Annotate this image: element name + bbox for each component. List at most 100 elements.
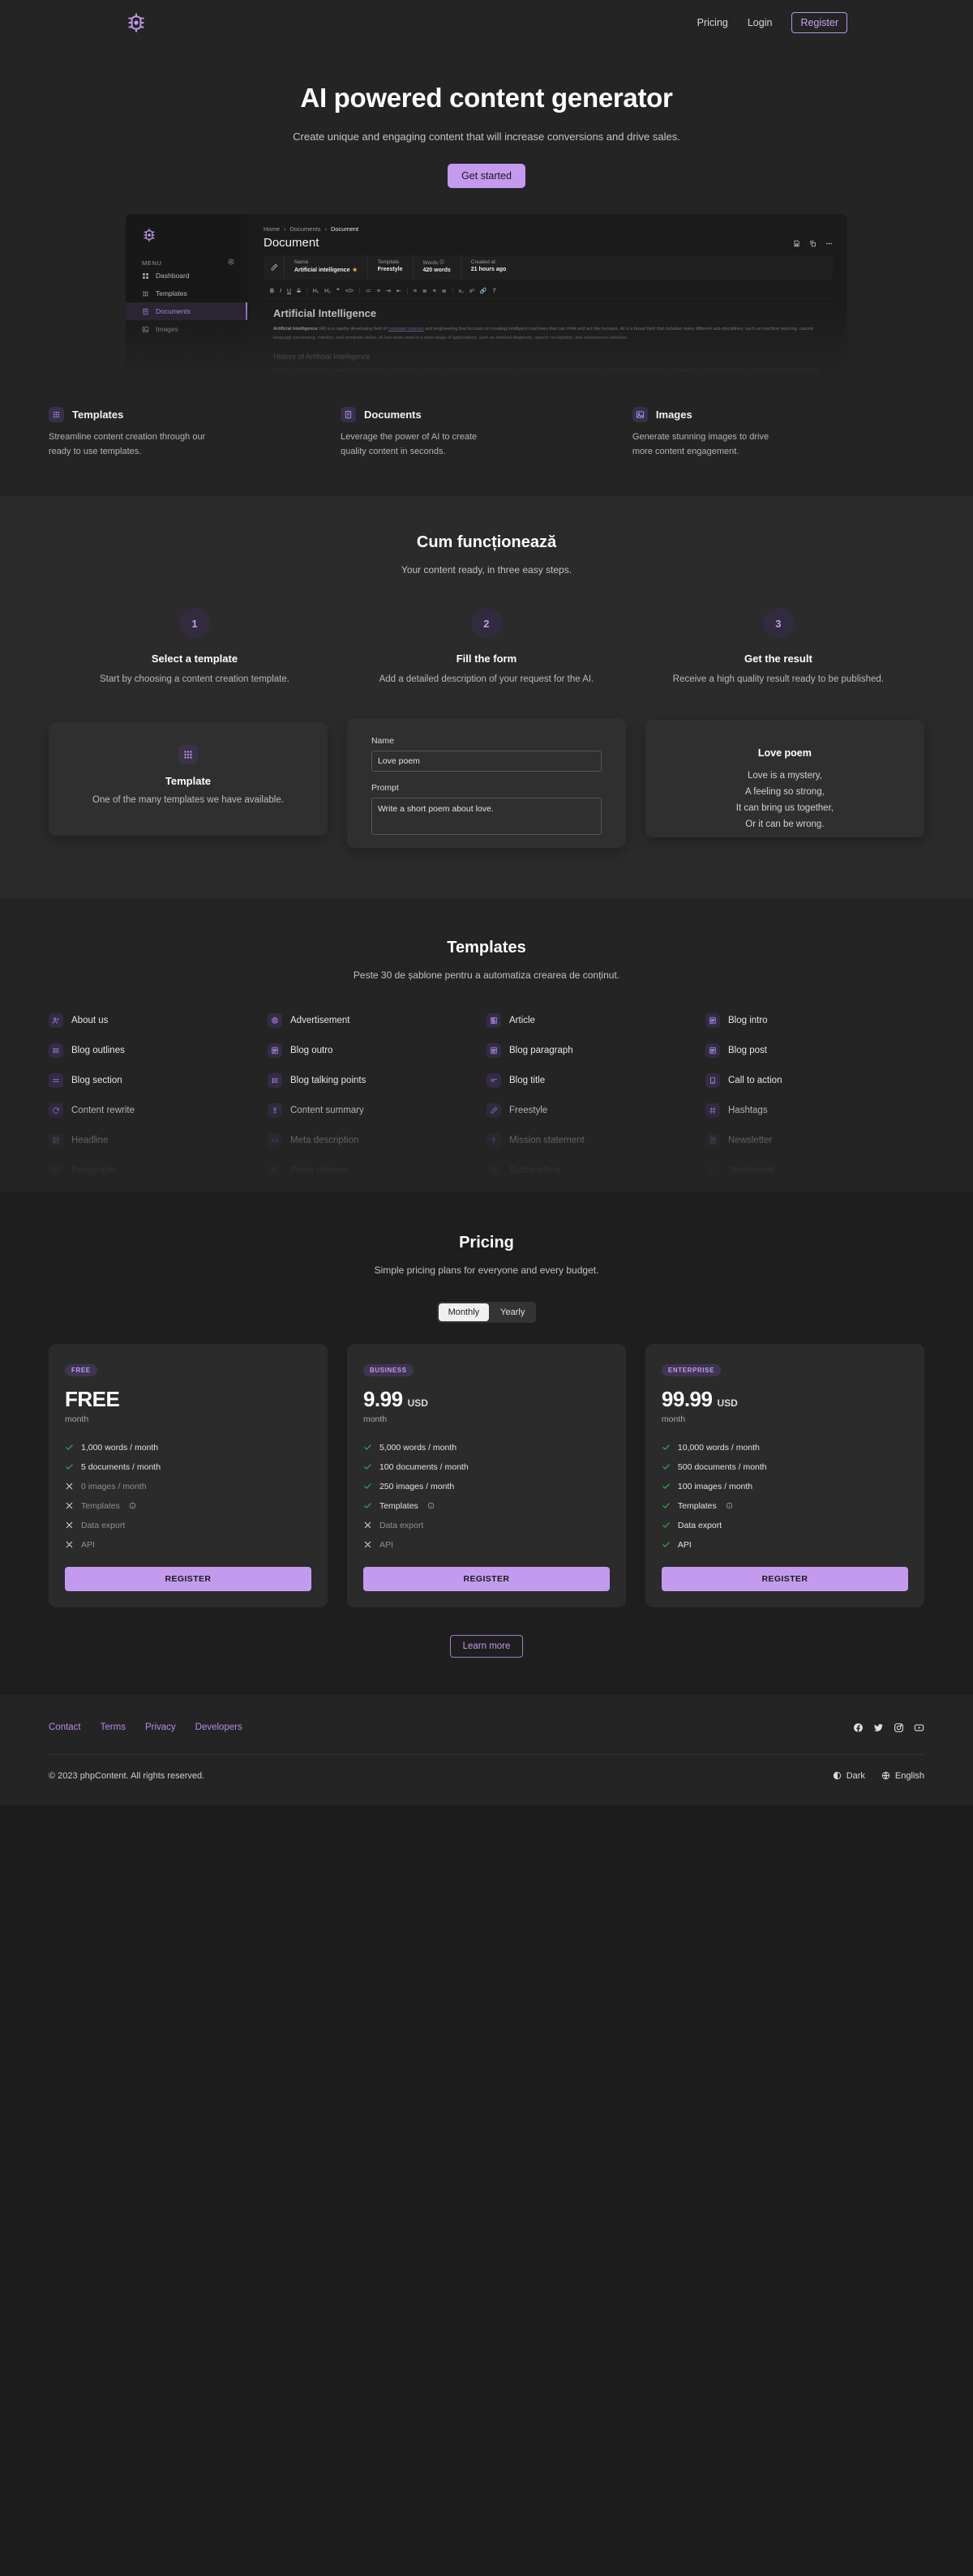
template-item[interactable]: Subheadline: [486, 1162, 705, 1178]
template-item[interactable]: Blog paragraph: [486, 1042, 705, 1058]
underline-icon[interactable]: U: [287, 289, 291, 294]
template-item[interactable]: Blog outlines: [49, 1042, 268, 1058]
plan-register-button[interactable]: REGISTER: [65, 1566, 311, 1591]
footer-link-privacy[interactable]: Privacy: [145, 1722, 176, 1732]
toggle-yearly[interactable]: Yearly: [491, 1303, 534, 1321]
sidebar-item-templates[interactable]: Templates: [126, 285, 247, 302]
footer-link-contact[interactable]: Contact: [49, 1722, 81, 1732]
link-icon[interactable]: 🔗: [480, 288, 487, 294]
code-icon[interactable]: </>: [345, 289, 354, 294]
nav-register-button[interactable]: Register: [791, 12, 847, 33]
superscript-icon[interactable]: x²: [469, 289, 474, 294]
align-left-icon[interactable]: ≡: [414, 289, 417, 294]
strikethrough-icon[interactable]: S: [297, 289, 301, 294]
indent-icon[interactable]: ⇥: [386, 288, 391, 294]
template-item-label: Hashtags: [728, 1105, 768, 1115]
breadcrumb-documents[interactable]: Documents: [290, 225, 321, 233]
learn-more-button[interactable]: Learn more: [449, 1634, 524, 1658]
align-justify-icon[interactable]: ≣: [442, 288, 447, 294]
nav-login[interactable]: Login: [748, 17, 773, 28]
app-preview-section: MENU Dashboard Templates Documents Image…: [0, 188, 973, 376]
breadcrumb-home[interactable]: Home: [264, 225, 280, 233]
save-icon[interactable]: [793, 240, 800, 247]
info-icon[interactable]: [439, 259, 444, 266]
name-input[interactable]: [371, 750, 602, 772]
template-item[interactable]: Paragraph: [49, 1162, 268, 1178]
outdent-icon[interactable]: ⇤: [396, 288, 401, 294]
template-item[interactable]: Blog post: [705, 1042, 924, 1058]
plan-register-button[interactable]: REGISTER: [661, 1566, 908, 1591]
sidebar-item-images[interactable]: Images: [126, 320, 247, 338]
sidebar-item-documents[interactable]: Documents: [126, 302, 247, 320]
image-icon: [632, 407, 648, 422]
heading2-icon[interactable]: H₂: [324, 289, 331, 294]
align-center-icon[interactable]: ≣: [422, 288, 427, 294]
quote-icon[interactable]: ❞: [336, 288, 340, 294]
plan-period: month: [65, 1414, 89, 1424]
subscript-icon[interactable]: x₂: [459, 289, 464, 294]
template-item[interactable]: Newsletter: [705, 1132, 924, 1148]
facebook-icon[interactable]: [853, 1722, 864, 1733]
heading1-icon[interactable]: H₁: [313, 289, 319, 294]
clear-format-icon[interactable]: T: [492, 289, 495, 294]
template-item[interactable]: Freestyle: [486, 1102, 705, 1118]
get-started-button[interactable]: Get started: [448, 164, 525, 188]
template-item[interactable]: Blog talking points: [268, 1072, 486, 1088]
star-icon[interactable]: ★: [352, 267, 357, 273]
template-item[interactable]: Advertisement: [268, 1012, 486, 1028]
plan-feature-label: Templates: [677, 1500, 717, 1511]
info-icon[interactable]: [726, 1502, 733, 1509]
ordered-list-icon[interactable]: ≔: [366, 288, 371, 294]
toggle-monthly[interactable]: Monthly: [438, 1303, 490, 1321]
more-options-icon[interactable]: [825, 240, 833, 247]
language-switcher[interactable]: English: [881, 1771, 924, 1781]
editor-toolbar[interactable]: B I U S H₁ H₂ ❞ </> ≔ ≡ ⇥ ⇤ ≡ ≣ ≡ ≣ x₂ x…: [264, 284, 833, 299]
collapse-icon[interactable]: [228, 259, 234, 267]
info-icon[interactable]: [427, 1502, 435, 1509]
template-item[interactable]: Article: [486, 1012, 705, 1028]
twitter-icon[interactable]: [873, 1722, 884, 1733]
youtube-icon[interactable]: [914, 1722, 924, 1733]
template-item[interactable]: Press release: [268, 1162, 486, 1178]
template-item[interactable]: Blog title: [486, 1072, 705, 1088]
headline-icon: [49, 1132, 63, 1148]
template-item[interactable]: Blog intro: [705, 1012, 924, 1028]
template-item[interactable]: Blog section: [49, 1072, 268, 1088]
card-desc: One of the many templates we have availa…: [92, 794, 284, 805]
template-item[interactable]: Meta description: [268, 1132, 486, 1148]
inline-link[interactable]: computer science: [388, 327, 424, 332]
template-item[interactable]: Testimonial: [705, 1162, 924, 1178]
features-section: Templates Streamline content creation th…: [49, 376, 924, 497]
template-item[interactable]: Hashtags: [705, 1102, 924, 1118]
prompt-textarea[interactable]: Write a short poem about love.: [371, 797, 602, 835]
template-item[interactable]: Call to action: [705, 1072, 924, 1088]
feature-images: Images Generate stunning images to drive…: [632, 407, 924, 459]
sidebar-item-dashboard[interactable]: Dashboard: [126, 267, 247, 285]
template-item[interactable]: Blog outro: [268, 1042, 486, 1058]
italic-icon[interactable]: I: [280, 289, 281, 294]
document-body: Artificial Intelligence Artificial Intel…: [264, 299, 833, 376]
footer-link-terms[interactable]: Terms: [101, 1722, 126, 1732]
template-item[interactable]: Headline: [49, 1132, 268, 1148]
template-item[interactable]: Content rewrite: [49, 1102, 268, 1118]
copy-icon[interactable]: [809, 240, 817, 247]
align-right-icon[interactable]: ≡: [433, 289, 436, 294]
plan-feature-label: 500 documents / month: [677, 1461, 767, 1472]
cpu-chip-icon[interactable]: [126, 12, 147, 33]
bold-icon[interactable]: B: [270, 289, 274, 294]
plan-register-button[interactable]: REGISTER: [362, 1566, 610, 1591]
plan-feature-label: 5,000 words / month: [379, 1442, 457, 1453]
code-icon: [268, 1132, 282, 1148]
users-icon: [49, 1012, 63, 1028]
footer-link-developers[interactable]: Developers: [195, 1722, 242, 1732]
info-icon[interactable]: [129, 1502, 136, 1509]
template-item[interactable]: About us: [49, 1012, 268, 1028]
step-desc: Receive a high quality result ready to b…: [672, 674, 884, 685]
theme-switcher[interactable]: Dark: [833, 1771, 865, 1781]
template-item[interactable]: Mission statement: [486, 1132, 705, 1148]
bullet-list-icon[interactable]: ≡: [377, 289, 380, 294]
billing-period-toggle[interactable]: Monthly Yearly: [436, 1301, 537, 1323]
nav-pricing[interactable]: Pricing: [697, 17, 728, 28]
template-item[interactable]: Content summary: [268, 1102, 486, 1118]
instagram-icon[interactable]: [894, 1722, 904, 1733]
